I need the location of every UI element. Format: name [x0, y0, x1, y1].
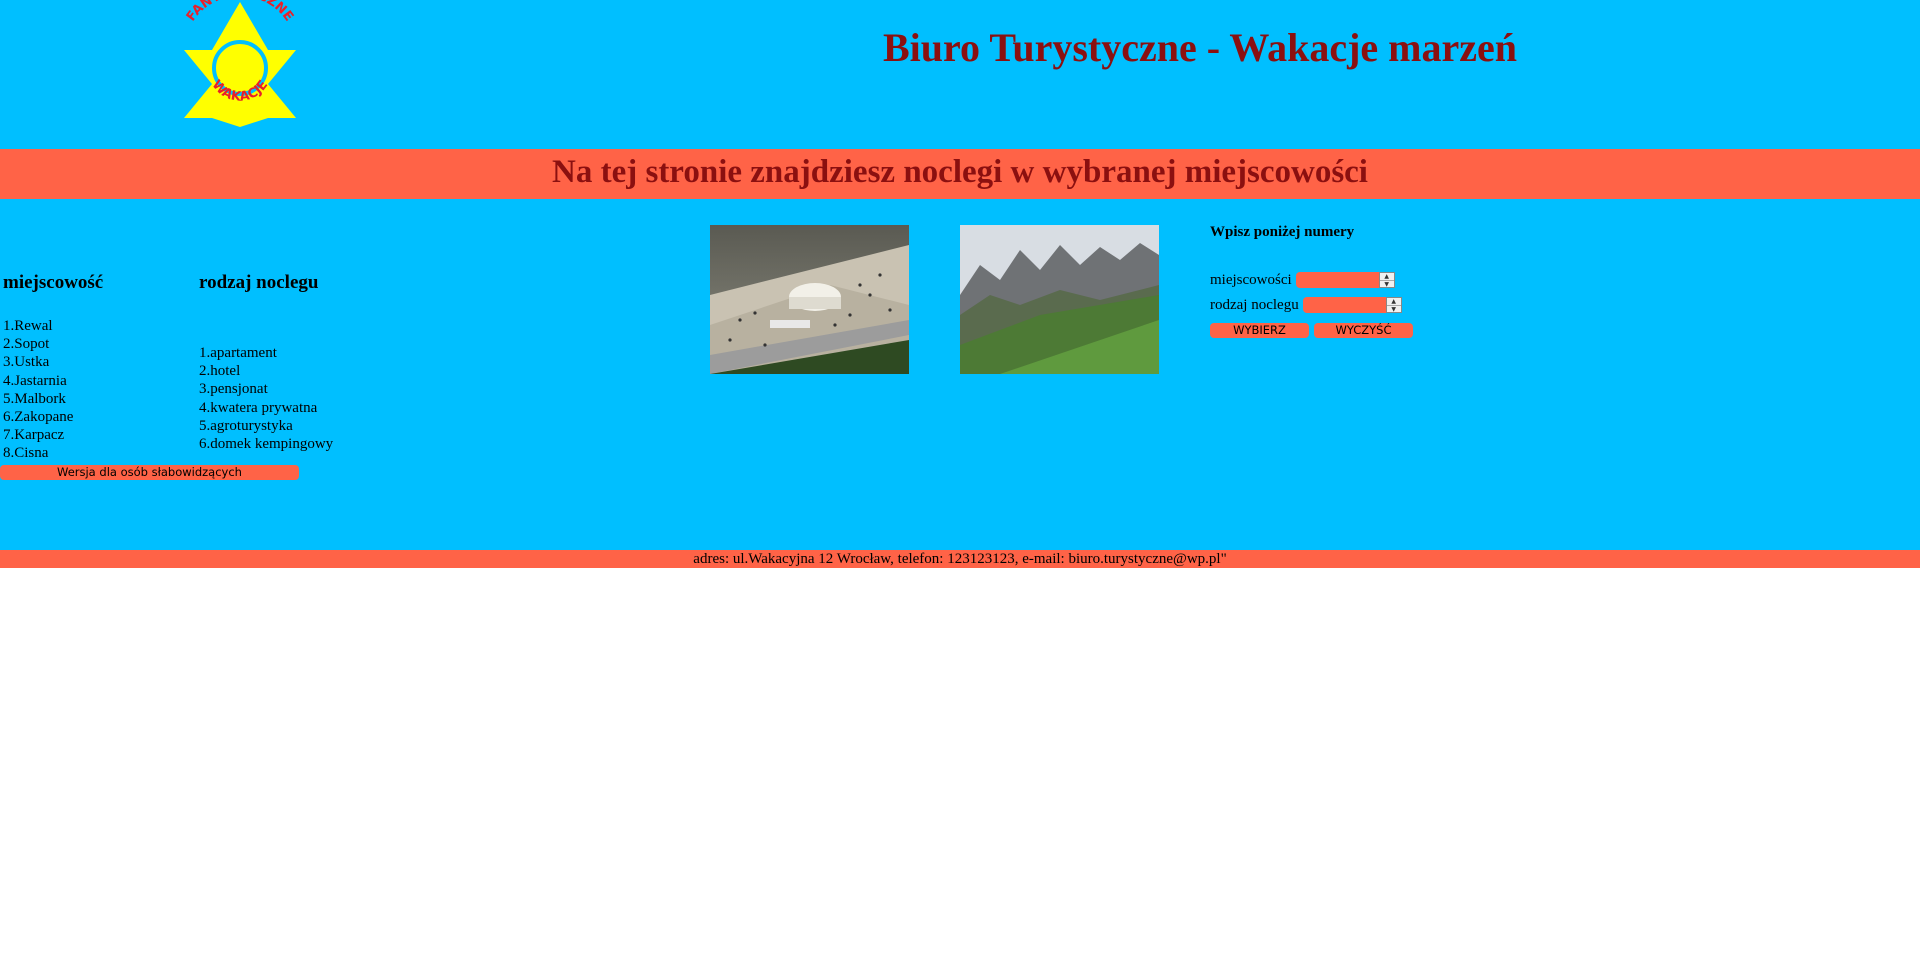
lodging-heading: rodzaj noclegu	[199, 272, 319, 293]
accessibility-version-button[interactable]: Wersja dla osób słabowidzących	[0, 465, 299, 480]
beach-photo	[710, 225, 909, 374]
lodging-number-input[interactable]	[1302, 297, 1385, 313]
select-button[interactable]: WYBIERZ	[1210, 323, 1309, 338]
page-header: FANTASTYCZNE WAKACJE Biuro Turystyczne -…	[0, 0, 1920, 149]
lodging-number-field: ▲ ▼	[1302, 297, 1402, 313]
town-number-label: miejscowości	[1210, 271, 1292, 288]
towns-heading: miejscowość	[3, 272, 104, 293]
list-item: 6.Zakopane	[3, 409, 74, 426]
banner-title: Na tej stronie znajdziesz noclegi w wybr…	[552, 154, 1368, 190]
selection-form: Wpisz poniżej numery miejscowości ▲ ▼ ro…	[1210, 199, 1510, 399]
banner: Na tej stronie znajdziesz noclegi w wybr…	[0, 149, 1920, 199]
list-item: 4.Jastarnia	[3, 372, 67, 389]
mountains-photo	[960, 225, 1159, 374]
list-item: 2.hotel	[199, 363, 241, 380]
spin-up-icon[interactable]: ▲	[1380, 273, 1394, 280]
town-number-field: ▲ ▼	[1295, 272, 1395, 288]
main-content: miejscowość 1.Rewal 2.Sopot 3.Ustka 4.Jasta…	[0, 199, 1920, 550]
towns-list: 1.Rewal 2.Sopot 3.Ustka 4.Jastarnia 5.Malbor…	[3, 317, 73, 463]
page-footer: adres: ul.Wakacyjna 12 Wrocław, telefon:…	[0, 550, 1920, 568]
list-item: 6.domek kempingowy	[199, 436, 334, 453]
list-item: 3.Ustka	[3, 354, 50, 371]
list-item: 7.Karpacz	[3, 427, 65, 444]
lodging-number-label: rodzaj noclegu	[1210, 296, 1299, 313]
list-item: 1.apartament	[199, 345, 277, 361]
list-item: 5.Malbork	[3, 390, 66, 407]
spin-down-icon[interactable]: ▼	[1379, 280, 1394, 288]
spin-up-icon[interactable]: ▲	[1387, 298, 1401, 305]
list-item: 8.Cisna	[3, 445, 49, 462]
town-number-spinner: ▲ ▼	[1378, 272, 1395, 288]
lodging-list: 1.apartament 2.hotel 3.pensjonat 4.kwatera …	[199, 344, 333, 453]
spin-down-icon[interactable]: ▼	[1386, 305, 1401, 313]
form-heading: Wpisz poniżej numery	[1210, 224, 1355, 240]
wakacje-logo: FANTASTYCZNE WAKACJE	[184, 0, 296, 127]
list-item: 3.pensjonat	[199, 381, 268, 398]
list-item: 1.Rewal	[3, 318, 53, 334]
list-item: 2.Sopot	[3, 336, 50, 353]
list-item: 4.kwatera prywatna	[199, 399, 318, 416]
clear-button[interactable]: WYCZYŚĆ	[1314, 323, 1413, 338]
lodging-number-spinner: ▲ ▼	[1385, 297, 1402, 313]
town-number-input[interactable]	[1295, 272, 1378, 288]
site-title: Biuro Turystyczne - Wakacje marzeń	[882, 25, 1518, 70]
footer-contact-text: adres: ul.Wakacyjna 12 Wrocław, telefon:…	[693, 551, 1227, 567]
list-item: 5.agroturystyka	[199, 417, 293, 434]
